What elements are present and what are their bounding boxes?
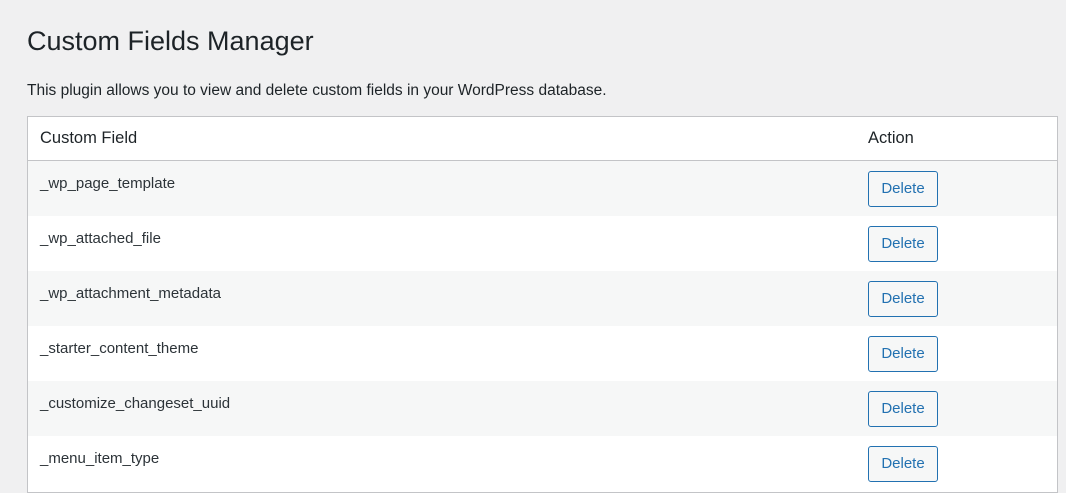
delete-button[interactable]: Delete [868, 391, 938, 428]
delete-button[interactable]: Delete [868, 336, 938, 373]
action-cell: Delete [856, 271, 1057, 326]
page-description: This plugin allows you to view and delet… [27, 82, 607, 99]
custom-field-name: _starter_content_theme [40, 340, 199, 358]
custom-field-name: _customize_changeset_uuid [40, 395, 231, 413]
custom-fields-table: Custom Field Action _wp_page_template De… [28, 117, 1057, 492]
custom-field-name: _wp_attached_file [40, 229, 161, 247]
table-row: _starter_content_theme Delete [28, 326, 1057, 382]
custom-fields-table-container: Custom Field Action _wp_page_template De… [27, 116, 1058, 493]
column-header-action: Action [856, 117, 1057, 161]
table-row: _wp_page_template Delete [28, 160, 1057, 216]
delete-button[interactable]: Delete [868, 280, 938, 317]
table-row: _menu_item_type Delete [28, 436, 1057, 492]
custom-field-name: _menu_item_type [40, 450, 160, 468]
custom-field-name: _wp_page_template [40, 175, 176, 192]
table-row: _wp_attachment_metadata Delete [28, 270, 1057, 327]
page-title: Custom Fields Manager [27, 26, 314, 56]
table-body: _wp_page_template Delete _wp_attached_fi… [28, 160, 1057, 492]
delete-button[interactable]: Delete [868, 446, 938, 483]
table-header: Custom Field Action [28, 117, 1057, 161]
custom-field-name: _wp_attachment_metadata [40, 284, 221, 302]
action-cell: Delete [856, 436, 1057, 491]
action-cell: Delete [856, 326, 1057, 381]
action-cell: Delete [856, 216, 1057, 271]
table-row: _customize_changeset_uuid Delete [28, 381, 1057, 437]
delete-button[interactable]: Delete [868, 225, 938, 262]
table-header-row: Custom Field Action [28, 117, 1057, 161]
column-header-custom-field: Custom Field [28, 117, 856, 161]
action-cell: Delete [856, 161, 1057, 216]
table-row: _wp_attached_file Delete [28, 215, 1057, 271]
action-cell: Delete [856, 381, 1057, 436]
delete-button[interactable]: Delete [868, 171, 938, 207]
